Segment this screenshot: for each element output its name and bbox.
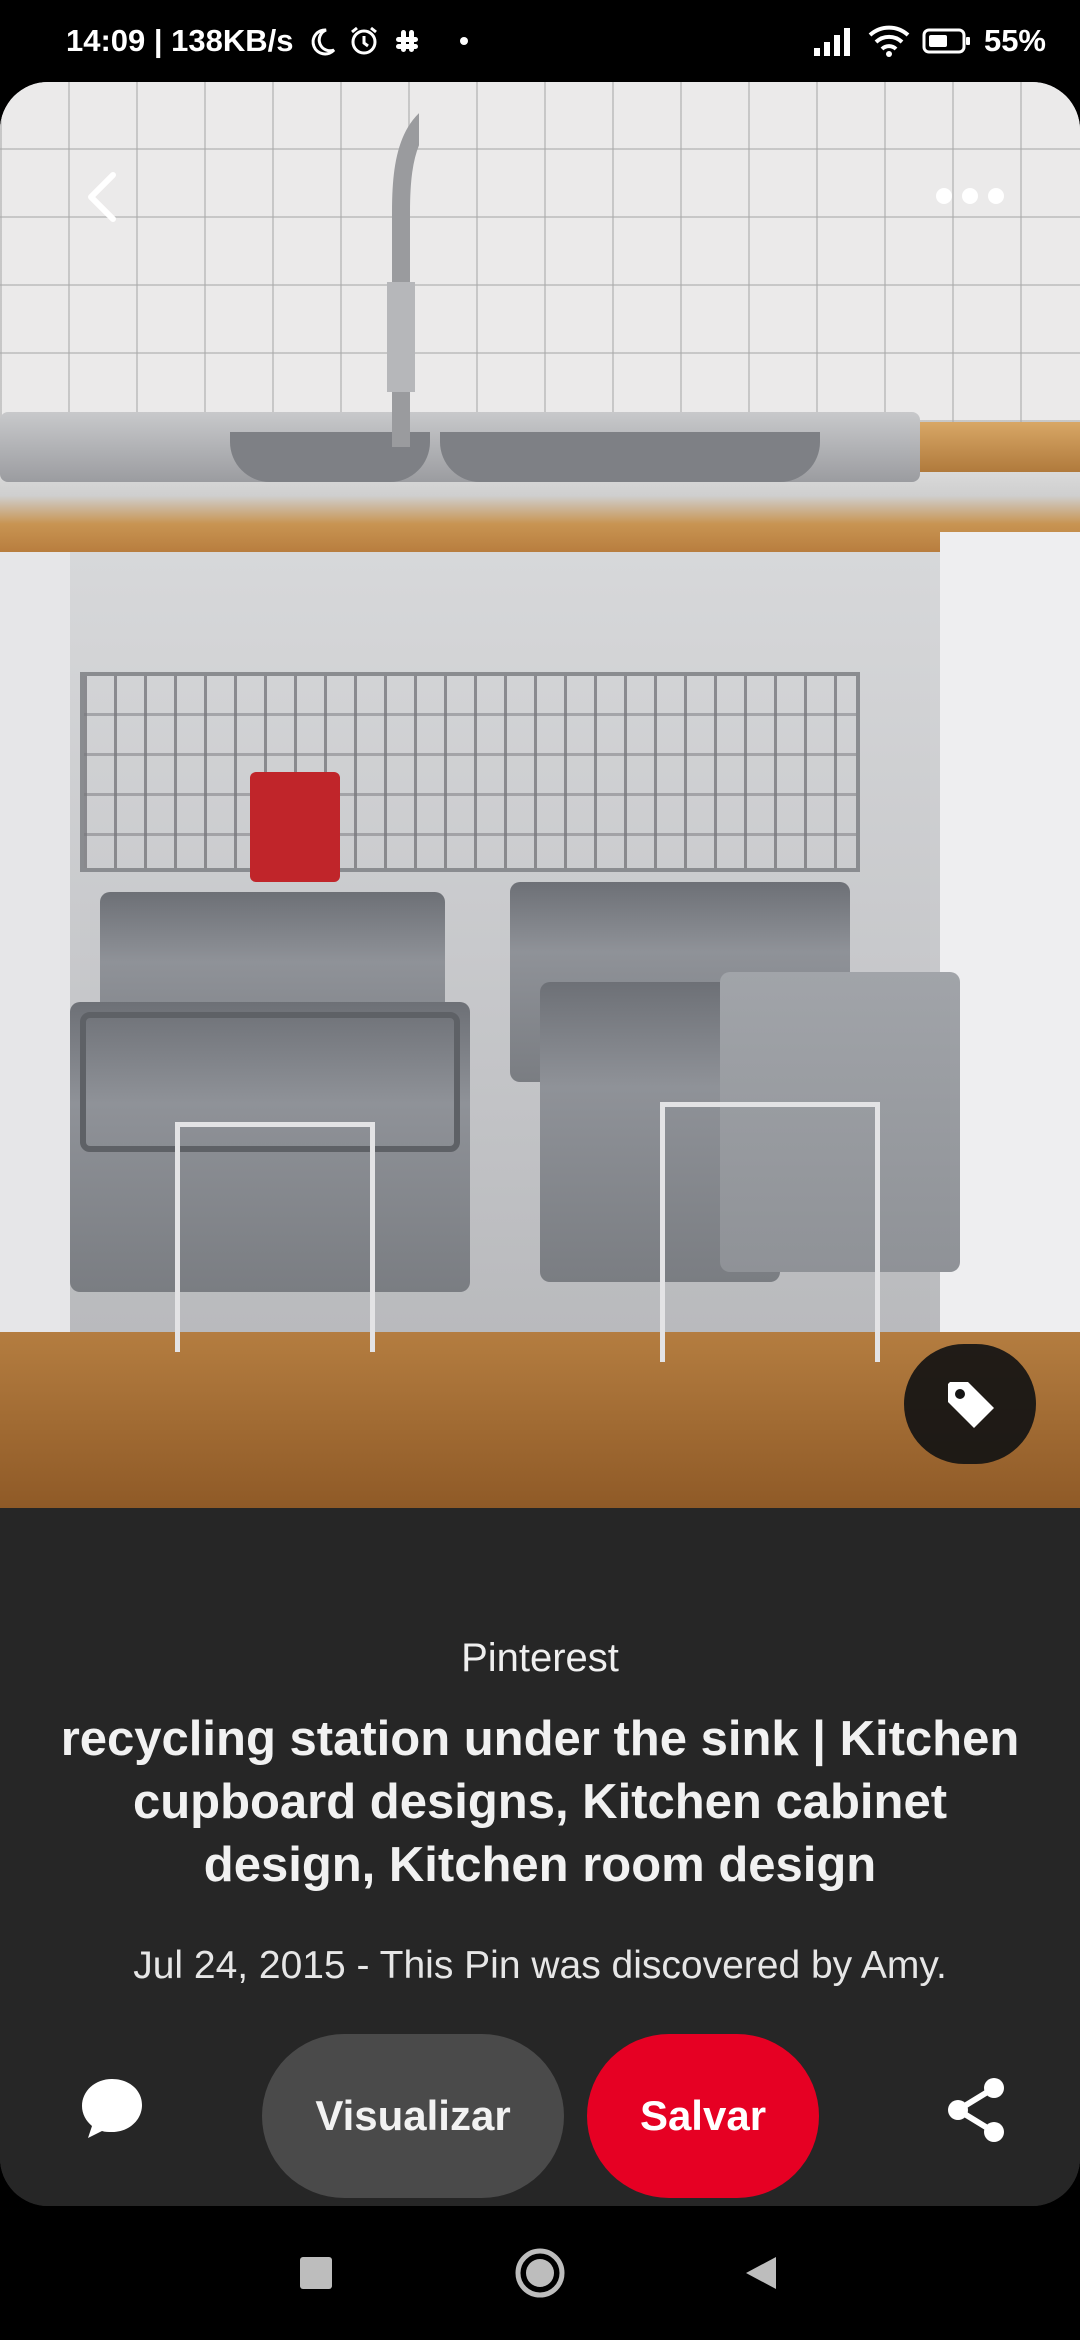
pin-description: Jul 24, 2015 - This Pin was discovered b… <box>133 1944 947 1987</box>
recents-icon <box>300 2257 332 2289</box>
more-icon-dot <box>936 188 952 204</box>
pin-source[interactable]: Pinterest <box>0 1636 1080 1681</box>
pin-card: Pinterest recycling station under the si… <box>0 82 1080 2206</box>
more-icon-dot <box>988 188 1004 204</box>
back-button[interactable] <box>72 162 132 232</box>
image-red-container <box>250 772 340 882</box>
navigation-bar <box>0 2206 1080 2340</box>
more-icon-dot <box>962 188 978 204</box>
save-button[interactable]: Salvar <box>587 2034 819 2198</box>
back-icon <box>88 172 116 222</box>
comment-button[interactable] <box>72 2068 152 2148</box>
home-icon <box>515 2248 565 2298</box>
status-right: 55% <box>812 23 1046 59</box>
wifi-icon <box>868 25 910 57</box>
battery-percent: 55% <box>983 23 1046 58</box>
recents-button[interactable] <box>300 2257 332 2289</box>
signal-icon <box>812 26 856 56</box>
battery-icon <box>922 27 972 55</box>
nav-back-button[interactable] <box>744 2255 778 2291</box>
tag-icon <box>948 1382 994 1428</box>
image-wire-frame-right <box>660 1102 880 1362</box>
pin-action-bar: Visualizar Salvar <box>0 2014 1080 2198</box>
shop-tag-button[interactable] <box>904 1344 1036 1464</box>
visit-button[interactable]: Visualizar <box>262 2034 564 2198</box>
alarm-icon <box>348 25 380 57</box>
slack-icon <box>392 26 422 56</box>
status-left: 14:09 | 138KB/s <box>66 23 468 59</box>
more-options-button[interactable] <box>924 172 1016 220</box>
image-wire-rack <box>80 672 860 872</box>
pin-info: Pinterest recycling station under the si… <box>0 1508 1080 2206</box>
image-sink-basin-right <box>440 432 820 482</box>
image-tile-wall <box>0 82 1080 462</box>
moon-icon <box>306 26 336 56</box>
image-wire-frame-left <box>175 1122 375 1352</box>
image-faucet <box>387 113 419 447</box>
share-icon <box>948 2078 1004 2142</box>
nav-back-icon <box>746 2257 776 2289</box>
pin-title: recycling station under the sink | Kitch… <box>60 1712 1020 1892</box>
status-bar: 14:09 | 138KB/s 55% <box>0 0 1080 82</box>
home-button[interactable] <box>514 2247 566 2299</box>
notification-dot <box>459 37 468 45</box>
comment-icon <box>82 2079 142 2138</box>
status-time-speed: 14:09 | 138KB/s <box>66 23 294 58</box>
pin-detail-screen: 14:09 | 138KB/s 55% Pinterest recycling … <box>0 0 1080 2340</box>
pin-image[interactable] <box>0 82 1080 1508</box>
share-button[interactable] <box>940 2070 1012 2150</box>
